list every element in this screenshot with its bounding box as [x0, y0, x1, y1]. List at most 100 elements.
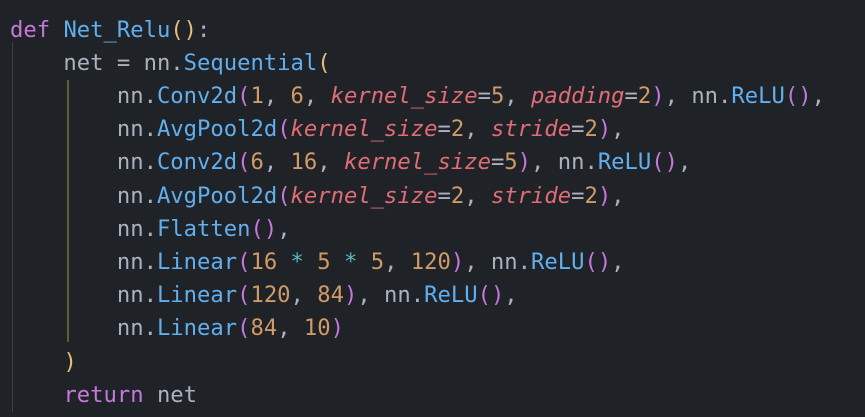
- code-token: ): [343, 282, 358, 309]
- code-token: Flatten: [156, 215, 251, 242]
- code-token: ): [517, 149, 532, 176]
- code-token: nn.: [10, 282, 157, 309]
- code-token: nn.: [10, 149, 157, 176]
- code-token: *: [343, 248, 358, 275]
- code-token: 10: [303, 315, 331, 342]
- code-token: kernel_size: [290, 116, 438, 143]
- code-token: =: [571, 182, 585, 209]
- code-token: ReLU: [731, 82, 785, 109]
- code-token: Conv2d: [156, 82, 238, 109]
- code-token: 5: [317, 248, 331, 275]
- code-token: 6: [290, 82, 304, 109]
- code-line: return net: [10, 379, 197, 412]
- code-token: ): [664, 149, 678, 176]
- code-token: ,: [263, 149, 291, 176]
- code-token: ,: [611, 248, 625, 275]
- code-token: stride: [490, 182, 572, 209]
- code-token: 84: [317, 282, 344, 309]
- code-token: =: [490, 149, 505, 176]
- code-token: , nn.: [464, 248, 532, 275]
- code-token: ,: [384, 248, 411, 275]
- code-token: net: [143, 381, 198, 408]
- code-token: padding: [531, 82, 625, 109]
- code-token: nn.: [10, 315, 157, 342]
- code-token: 1: [250, 82, 264, 109]
- code-token: 2: [450, 182, 465, 209]
- code-token: ,: [464, 182, 491, 209]
- code-token: nn.: [10, 215, 157, 242]
- code-token: def: [10, 16, 51, 43]
- code-token: ): [798, 82, 812, 109]
- code-token: 120: [410, 248, 451, 275]
- code-token: 5: [490, 82, 505, 109]
- code-token: (: [651, 149, 665, 176]
- code-line: nn.Linear(16 * 5 * 5, 120), nn.ReLU(),: [10, 246, 625, 279]
- code-line: net = nn.Sequential(: [10, 47, 330, 80]
- code-token: ): [450, 248, 465, 275]
- code-token: ,: [811, 82, 825, 109]
- code-token: ,: [277, 315, 304, 342]
- code-token: 6: [250, 149, 264, 176]
- code-line: nn.Conv2d(1, 6, kernel_size=5, padding=2…: [10, 80, 825, 113]
- code-token: ,: [464, 116, 491, 143]
- code-token: =: [437, 116, 451, 143]
- code-token: nn.: [10, 248, 157, 275]
- code-token: =: [624, 82, 638, 109]
- code-token: ): [263, 215, 278, 242]
- code-token: 5: [504, 149, 518, 176]
- code-token: Conv2d: [156, 149, 238, 176]
- code-token: ): [597, 182, 612, 209]
- code-token: nn.: [10, 116, 157, 143]
- code-token: ,: [504, 82, 532, 109]
- code-token: ): [597, 248, 612, 275]
- code-token: =: [477, 82, 491, 109]
- code-token: ,: [277, 215, 291, 242]
- code-line: nn.Linear(120, 84), nn.ReLU(),: [10, 279, 518, 312]
- code-token: , nn.: [664, 82, 732, 109]
- code-line: def Net_Relu():: [10, 14, 210, 47]
- code-token: 16: [290, 149, 318, 176]
- code-token: AvgPool2d: [156, 116, 278, 143]
- code-token: =: [437, 182, 451, 209]
- code-editor[interactable]: def Net_Relu(): net = nn.Sequential( nn.…: [0, 0, 865, 417]
- code-token: ,: [317, 149, 344, 176]
- code-line: nn.Conv2d(6, 16, kernel_size=5), nn.ReLU…: [10, 146, 691, 179]
- code-token: =: [571, 116, 585, 143]
- code-token: nn.: [10, 82, 157, 109]
- code-token: (: [170, 16, 184, 43]
- code-token: stride: [490, 116, 572, 143]
- code-token: (: [584, 248, 598, 275]
- code-token: (: [237, 82, 251, 109]
- code-line: ): [10, 346, 76, 379]
- code-token: ,: [611, 182, 625, 209]
- code-token: AvgPool2d: [156, 182, 278, 209]
- code-token: ,: [263, 82, 291, 109]
- code-token: 84: [250, 315, 278, 342]
- code-token: (: [477, 282, 491, 309]
- code-token: ,: [303, 82, 331, 109]
- code-token: , nn.: [531, 149, 598, 176]
- code-token: ReLU: [597, 149, 652, 176]
- code-token: (: [250, 215, 264, 242]
- code-token: (: [784, 82, 799, 109]
- code-token: kernel_size: [290, 182, 438, 209]
- code-line: nn.Linear(84, 10): [10, 312, 344, 345]
- code-token: ,: [611, 116, 625, 143]
- code-token: 16: [250, 248, 278, 275]
- code-line: nn.AvgPool2d(kernel_size=2, stride=2),: [10, 180, 625, 213]
- code-token: ): [597, 116, 612, 143]
- code-line: nn.AvgPool2d(kernel_size=2, stride=2),: [10, 113, 625, 146]
- code-token: (: [237, 149, 251, 176]
- code-token: 2: [584, 182, 598, 209]
- code-token: Linear: [156, 282, 238, 309]
- code-token: 2: [637, 82, 652, 109]
- code-token: (: [277, 116, 291, 143]
- code-token: nn.: [10, 182, 157, 209]
- code-token: (: [237, 248, 251, 275]
- code-token: 2: [584, 116, 598, 143]
- code-token: 2: [450, 116, 465, 143]
